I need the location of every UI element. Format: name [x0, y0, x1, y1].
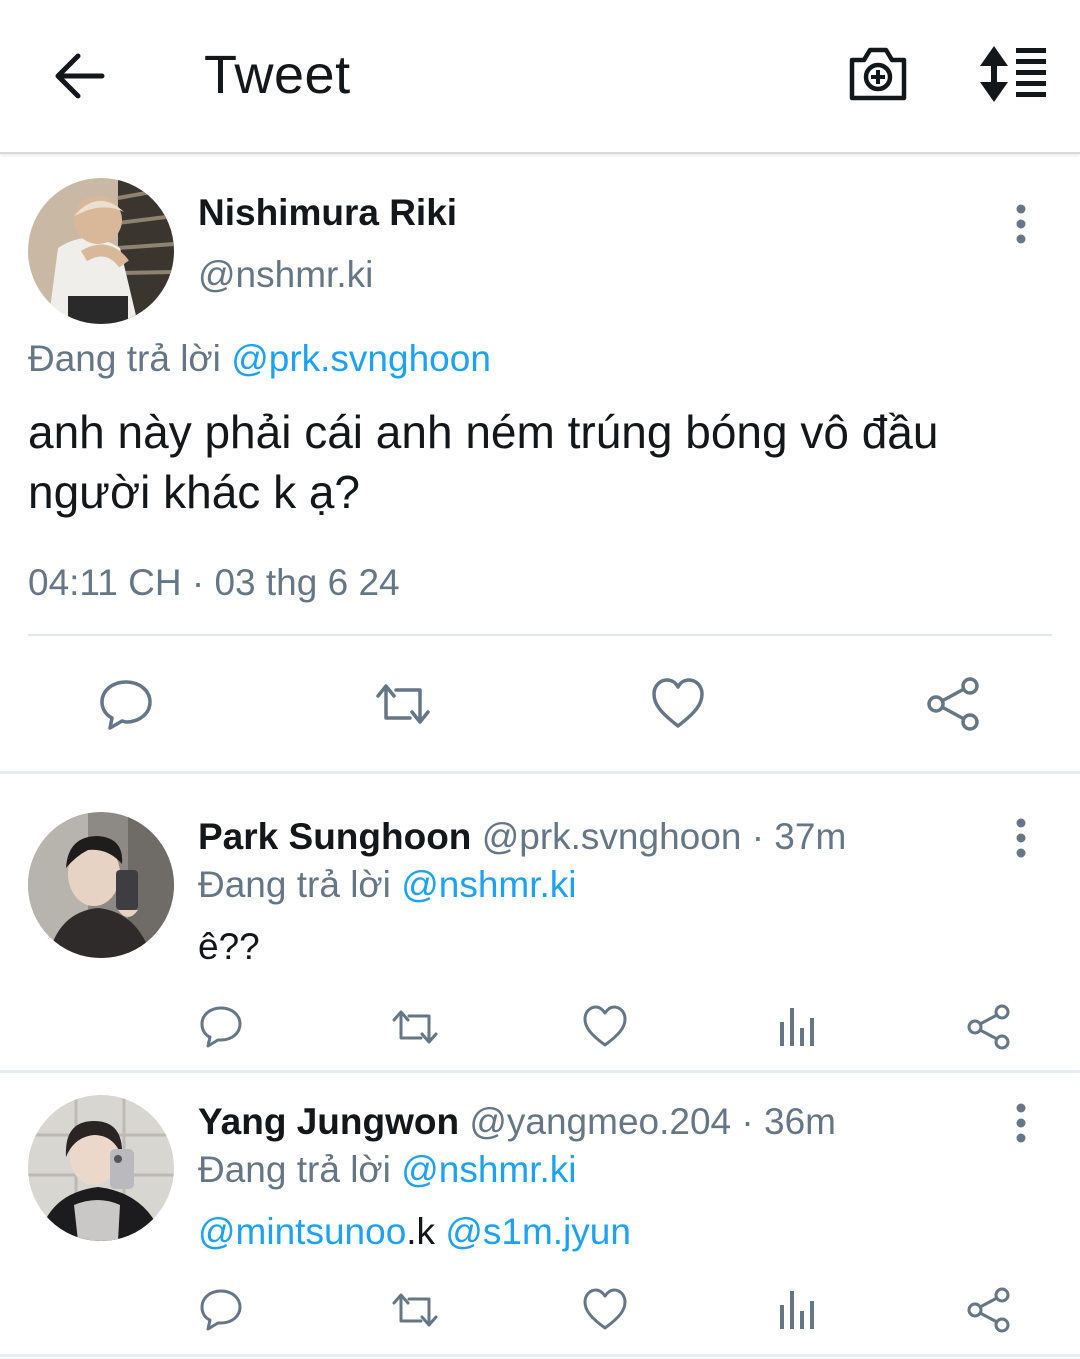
author-name[interactable]: Park Sunghoon: [198, 816, 471, 857]
replying-to: Đang trả lời @nshmr.ki: [198, 1149, 577, 1191]
share-button[interactable]: [926, 676, 982, 732]
author-name[interactable]: Yang Jungwon: [198, 1101, 459, 1142]
camera-plus-icon: [849, 47, 907, 101]
author-name[interactable]: Nishimura Riki: [198, 192, 457, 234]
share-button[interactable]: [966, 1004, 1012, 1050]
back-button[interactable]: [50, 50, 108, 102]
heart-icon: [583, 1005, 627, 1047]
retweet-button[interactable]: [390, 1287, 438, 1333]
replying-prefix: Đang trả lời: [198, 864, 391, 905]
share-icon: [927, 677, 979, 731]
replying-to: Đang trả lời @nshmr.ki: [198, 864, 577, 906]
mention-link[interactable]: @mintsunoo: [198, 1211, 406, 1252]
tweet-actions: [0, 676, 1080, 732]
bar-chart-icon: [780, 1008, 814, 1046]
retweet-icon: [392, 1293, 438, 1327]
reply-text: ê??: [198, 926, 260, 967]
replying-to-mention[interactable]: @prk.svnghoon: [231, 338, 491, 379]
reply-icon: [200, 1006, 242, 1048]
main-tweet: Nishimura Riki @nshmr.ki Đang trả lời @p…: [0, 156, 1080, 772]
reply-tweet[interactable]: Park Sunghoon @prk.svnghoon · 37m Đang t…: [0, 774, 1080, 1070]
replying-to-mention[interactable]: @nshmr.ki: [401, 864, 576, 905]
reply-actions: [0, 1287, 1080, 1333]
retweet-icon: [376, 684, 430, 724]
tweet-timestamp: 04:11 CH · 03 thg 6 24: [28, 562, 400, 603]
reply-icon: [200, 1289, 242, 1331]
section-divider: [0, 1354, 1080, 1357]
reply-button[interactable]: [98, 676, 154, 732]
retweet-button[interactable]: [372, 676, 430, 732]
retweet-icon: [392, 1010, 438, 1044]
reply-icon: [100, 680, 152, 730]
author-handle[interactable]: @nshmr.ki: [198, 254, 373, 296]
avatar[interactable]: [28, 812, 174, 958]
arrow-left-icon: [55, 53, 105, 99]
heart-icon: [583, 1288, 627, 1330]
top-app-bar: Tweet: [0, 0, 1080, 154]
replying-prefix: Đang trả lời: [198, 1149, 391, 1190]
reply-text-fragment: .k: [406, 1211, 446, 1252]
reply-button[interactable]: [198, 1004, 244, 1050]
share-icon: [967, 1004, 1010, 1050]
more-options-button[interactable]: [1011, 818, 1031, 858]
divider: [28, 634, 1052, 636]
author-handle[interactable]: @prk.svnghoon: [482, 816, 742, 857]
mention-link[interactable]: @s1m.jyun: [445, 1211, 631, 1252]
bar-chart-icon: [780, 1291, 814, 1329]
replying-prefix: Đang trả lời: [28, 338, 221, 379]
replying-to-mention[interactable]: @nshmr.ki: [401, 1149, 576, 1190]
tweet-text: anh này phải cái anh ném trúng bóng vô đ…: [28, 406, 939, 518]
more-vertical-icon: [1016, 818, 1026, 858]
heart-icon: [652, 678, 704, 728]
more-options-button[interactable]: [1011, 204, 1031, 244]
like-button[interactable]: [582, 1004, 628, 1050]
avatar[interactable]: [28, 178, 174, 324]
camera-button[interactable]: [846, 44, 910, 104]
analytics-button[interactable]: [774, 1287, 820, 1333]
reply-header: Park Sunghoon @prk.svnghoon · 37m: [198, 816, 846, 858]
more-vertical-icon: [1016, 204, 1026, 244]
reply-text: @mintsunoo.k @s1m.jyun: [198, 1211, 631, 1253]
analytics-button[interactable]: [774, 1004, 820, 1050]
retweet-button[interactable]: [390, 1004, 438, 1050]
like-button[interactable]: [650, 676, 706, 732]
replying-to: Đang trả lời @prk.svnghoon: [28, 338, 491, 380]
share-icon: [967, 1287, 1010, 1333]
reply-tweet[interactable]: Yang Jungwon @yangmeo.204 · 36m Đang trả…: [0, 1073, 1080, 1359]
reply-button[interactable]: [198, 1287, 244, 1333]
reply-time: · 36m: [741, 1101, 836, 1142]
author-handle[interactable]: @yangmeo.204: [469, 1101, 731, 1142]
reply-time: · 37m: [751, 816, 847, 857]
sort-replies-button[interactable]: [976, 44, 1050, 104]
like-button[interactable]: [582, 1287, 628, 1333]
reply-actions: [0, 1004, 1080, 1050]
more-vertical-icon: [1016, 1103, 1026, 1143]
sort-list-icon: [980, 46, 1046, 102]
share-button[interactable]: [966, 1287, 1012, 1333]
reply-header: Yang Jungwon @yangmeo.204 · 36m: [198, 1101, 836, 1143]
avatar[interactable]: [28, 1095, 174, 1241]
more-options-button[interactable]: [1011, 1103, 1031, 1143]
page-title: Tweet: [204, 45, 351, 105]
